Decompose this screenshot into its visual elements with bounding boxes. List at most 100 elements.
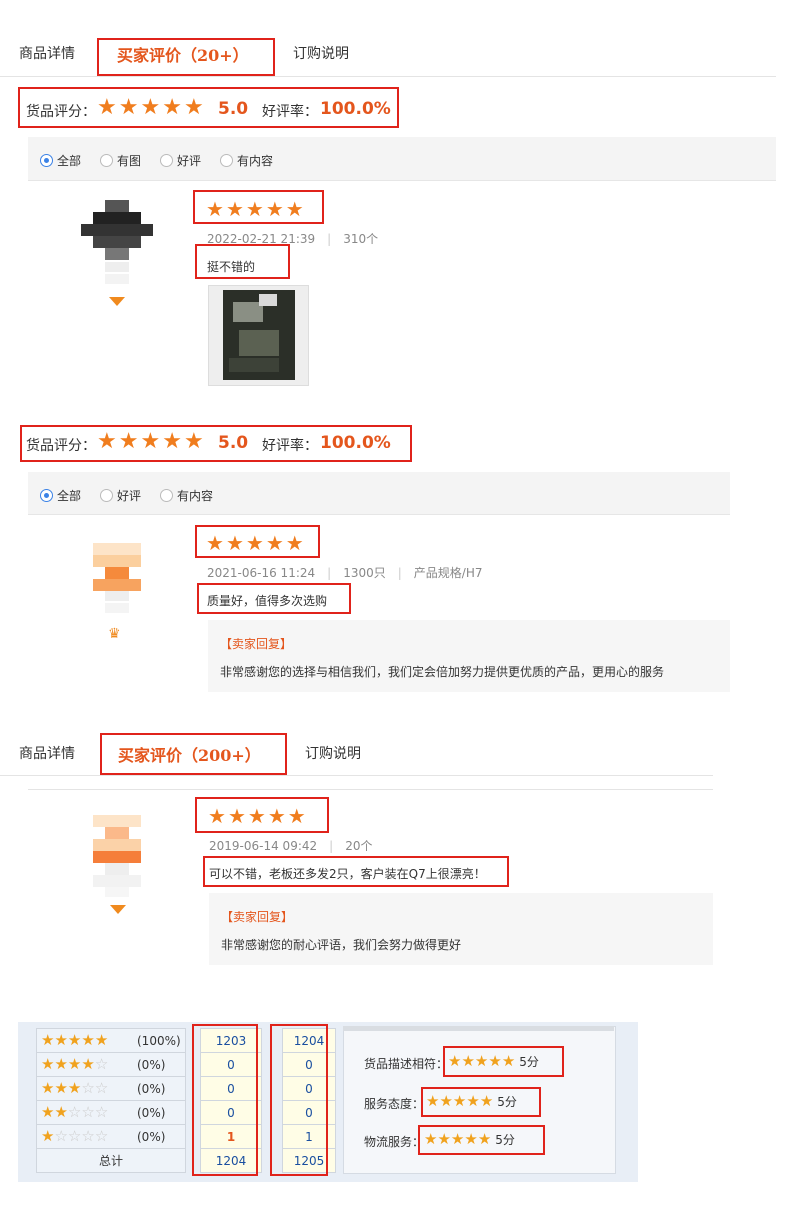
vip-diamond-icon [109,297,125,306]
star-icon: ★ [208,804,226,828]
seller-reply-text: 非常感谢您的耐心评语，我们会努力做得更好 [221,938,462,952]
review-meta: 2021-06-16 11:24 | 1300只 | 产品规格/H7 [207,564,482,581]
star-icon: ★ [41,1055,55,1073]
filter-with-image[interactable]: 有图 [100,152,141,169]
tab-product-details[interactable]: 商品详情 [19,43,75,63]
rating-stars: ★ ★ ★ ★ ★ [97,97,204,119]
service-score: ★ ★ ★ ★ ★ 5分 [426,1093,517,1110]
avatar [81,200,153,295]
filter-all[interactable]: 全部 [40,487,81,504]
review-spec: 产品规格/H7 [413,566,483,580]
star-icon: ★ [81,1055,95,1073]
filter-all[interactable]: 全部 [40,152,81,169]
good-rate-value: 100.0% [320,99,391,119]
star-icon: ★ [267,804,286,828]
highlight-box [100,733,287,775]
tab-order-notes[interactable]: 订购说明 [305,743,361,763]
star-icon: ★ [97,429,117,454]
star-icon: ★ [94,1031,109,1049]
filter-label: 有内容 [237,154,274,168]
percentage: (0%) [137,1130,166,1144]
star-icon: ☆ [54,1127,68,1145]
review-quantity: 310个 [343,232,379,246]
star-icon: ★ [452,1092,467,1110]
seller-reply-title: 【卖家回复】 [221,910,294,924]
star-icon: ★ [437,1130,451,1148]
star-icon: ★ [41,1031,55,1049]
logistics-label: 物流服务： [364,1135,425,1149]
star-icon: ★ [225,197,244,221]
radio-icon [40,154,53,167]
review-stars: ★ ★ ★ ★ ★ [208,806,306,826]
desc-score: ★ ★ ★ ★ ★ 5分 [448,1053,539,1070]
star-level-cell: ★★★★★ (100%) [36,1028,186,1053]
good-rate-label: 好评率： [262,438,318,454]
radio-icon [40,489,53,502]
star-icon: ★ [227,804,246,828]
filter-label: 好评 [117,489,142,503]
rating-score: 5.0 [218,433,249,453]
filter-label: 有内容 [177,489,214,503]
star-icon: ★ [285,531,304,555]
star-level-cell: ★★★☆☆ (0%) [36,1076,186,1101]
percentage: (100%) [137,1034,181,1048]
star-icon: ★ [245,531,264,555]
star-level-cell: ★☆☆☆☆ (0%) [36,1124,186,1149]
star-icon: ☆ [94,1127,109,1145]
star-icon: ★ [54,1079,68,1097]
avatar [93,815,141,899]
star-icon: ★ [41,1127,55,1145]
star-icon: ★ [183,429,204,454]
vip-crown-icon: ♛ [108,626,121,642]
review-photo[interactable] [208,285,309,386]
filter-label: 全部 [57,154,82,168]
star-icon: ★ [206,197,224,221]
star-icon: ☆ [94,1103,109,1121]
review-quantity: 20个 [345,839,373,853]
score-value: 5分 [497,1095,517,1109]
star-icon: ★ [265,531,284,555]
star-icon: ★ [67,1079,82,1097]
radio-icon [220,154,233,167]
star-icon: ★ [162,429,182,454]
star-icon: ★ [54,1103,68,1121]
review-stars: ★ ★ ★ ★ ★ [206,533,304,553]
star-icon: ☆ [67,1103,82,1121]
star-icon: ★ [448,1052,462,1070]
tab-order-notes[interactable]: 订购说明 [293,43,349,63]
seller-reply-text: 非常感谢您的选择与相信我们，我们定会倍加努力提供更优质的产品，更用心的服务 [220,665,665,679]
review-date: 2019-06-14 09:42 [209,839,318,853]
filter-good[interactable]: 好评 [160,152,201,169]
star-icon: ☆ [94,1055,109,1073]
star-icon: ☆ [67,1127,82,1145]
star-icon: ☆ [81,1079,95,1097]
rating-label: 货品评分： [26,104,96,120]
rating-label: 货品评分： [26,438,96,454]
star-icon: ★ [225,531,244,555]
star-icon: ★ [140,95,161,120]
star-icon: ☆ [81,1103,95,1121]
review-quantity: 1300只 [343,566,386,580]
tab-divider [0,76,776,77]
review-text: 可以不错，老板还多发2只，客户装在Q7上很漂亮！ [209,867,486,881]
panel-top-bar [343,1026,614,1031]
good-rate-label: 好评率： [262,104,318,120]
percentage: (0%) [137,1082,166,1096]
star-icon: ★ [41,1103,55,1121]
total-label: 总计 [36,1148,186,1173]
review-meta: 2019-06-14 09:42 | 20个 [209,837,372,854]
percentage: (0%) [137,1058,166,1072]
filter-has-content[interactable]: 有内容 [220,152,273,169]
filter-good[interactable]: 好评 [100,487,141,504]
star-icon: ★ [247,804,266,828]
seller-reply-title: 【卖家回复】 [220,637,293,651]
tab-divider [0,775,713,776]
star-icon: ☆ [94,1079,109,1097]
star-icon: ★ [265,197,284,221]
filter-has-content[interactable]: 有内容 [160,487,213,504]
separator: | [327,232,332,246]
avatar [93,543,141,615]
star-icon: ★ [67,1031,82,1049]
tab-product-details[interactable]: 商品详情 [19,743,75,763]
star-icon: ★ [97,95,117,120]
